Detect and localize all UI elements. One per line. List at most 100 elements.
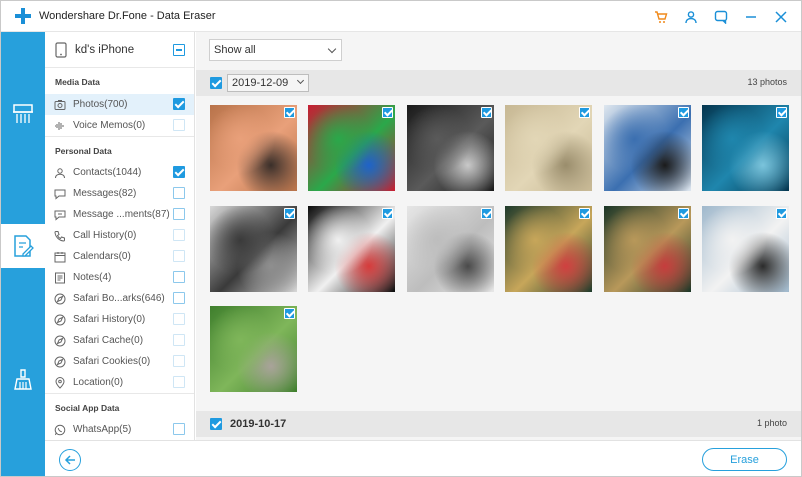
photo-checkbox[interactable] [284, 107, 295, 118]
sidebar-item-label: Safari Cache(0) [73, 335, 144, 346]
photo-checkbox[interactable] [678, 107, 689, 118]
sidebar-item-label: Photos(700) [73, 99, 128, 110]
back-button[interactable] [59, 449, 81, 471]
safari-icon [54, 314, 66, 326]
phone-icon [54, 230, 66, 242]
sidebar-item-label: Location(0) [73, 377, 124, 388]
sidebar-item[interactable]: WhatsApp(5) [45, 419, 194, 440]
window-controls [653, 1, 789, 32]
calendar-icon [54, 251, 66, 263]
safari-icon [54, 356, 66, 368]
sidebar-item-checkbox[interactable] [173, 166, 185, 178]
photo-green-plant[interactable] [210, 306, 297, 392]
sidebar-item[interactable]: Notes(4) [45, 267, 194, 288]
messages-icon [54, 188, 66, 200]
sidebar-item[interactable]: Calendars(0) [45, 246, 194, 267]
sidebar-item[interactable]: Photos(700) [45, 94, 194, 115]
app-title: Wondershare Dr.Fone - Data Eraser [39, 10, 216, 22]
sidebar-item[interactable]: Safari History(0) [45, 309, 194, 330]
sidebar-item-label: Notes(4) [73, 272, 112, 283]
group-photo-count: 1 photo [756, 418, 787, 428]
photo-checkbox[interactable] [579, 107, 590, 118]
show-filter-dropdown[interactable]: Show all [209, 39, 342, 61]
photo-beige-surface[interactable] [505, 105, 592, 191]
photo-cables[interactable] [407, 105, 494, 191]
iphone-icon [55, 41, 67, 58]
photo-phone-home-screen[interactable] [308, 105, 395, 191]
waveform-icon [54, 120, 66, 132]
device-select-all-checkbox[interactable] [173, 44, 185, 56]
sidebar-item-label: Safari Bo...arks(646) [73, 293, 165, 304]
sidebar-item[interactable]: Location(0) [45, 372, 194, 393]
photo-phone-on-desk[interactable] [407, 206, 494, 292]
sidebar-item[interactable]: Safari Cookies(0) [45, 351, 194, 372]
sidebar-item-checkbox[interactable] [173, 313, 185, 325]
device-name: kd's iPhone [75, 43, 135, 56]
device-row[interactable]: kd's iPhone [45, 32, 194, 68]
erase-all-data-button[interactable] [1, 92, 45, 136]
photo-checkbox[interactable] [284, 208, 295, 219]
photo-checkbox[interactable] [678, 208, 689, 219]
group-checkbox[interactable] [210, 77, 222, 89]
sidebar-item-checkbox[interactable] [173, 334, 185, 346]
photo-checkbox[interactable] [481, 107, 492, 118]
sidebar-item-label: Contacts(1044) [73, 167, 142, 178]
sidebar-item-checkbox[interactable] [173, 423, 185, 435]
photo-checkbox[interactable] [776, 107, 787, 118]
sidebar-item[interactable]: Message ...ments(87) [45, 204, 194, 225]
sidebar-item-checkbox[interactable] [173, 229, 185, 241]
erase-button[interactable]: Erase [702, 448, 787, 471]
photo-checkbox[interactable] [284, 308, 295, 319]
drfone-logo-icon [15, 8, 31, 24]
photo-fox-toy[interactable] [210, 105, 297, 191]
photo-checkbox[interactable] [382, 107, 393, 118]
sidebar-item-label: Message ...ments(87) [73, 209, 170, 220]
photo-checkbox[interactable] [579, 208, 590, 219]
feedback-icon[interactable] [713, 9, 729, 25]
sidebar-item[interactable]: Voice Memos(0) [45, 115, 194, 136]
photo-code-screen[interactable] [308, 206, 395, 292]
sidebar-item-label: Safari History(0) [73, 314, 146, 325]
sidebar-item-checkbox[interactable] [173, 250, 185, 262]
date-dropdown[interactable]: 2019-12-09 [227, 74, 310, 92]
photo-checkbox[interactable] [481, 208, 492, 219]
sidebar-item-checkbox[interactable] [173, 292, 185, 304]
sidebar-item[interactable]: Call History(0) [45, 225, 194, 246]
sidebar-item-label: Safari Cookies(0) [73, 356, 151, 367]
cart-icon[interactable] [653, 9, 669, 25]
account-icon[interactable] [683, 9, 699, 25]
photo-group-basketball-1[interactable] [505, 206, 592, 292]
sidebar-item-checkbox[interactable] [173, 187, 185, 199]
sidebar-item[interactable]: Safari Bo...arks(646) [45, 288, 194, 309]
sidebar-section-title: Personal Data [45, 136, 194, 162]
photo-group-basketball-2[interactable] [604, 206, 691, 292]
sidebar-item-checkbox[interactable] [173, 271, 185, 283]
sidebar-item-checkbox[interactable] [173, 119, 185, 131]
erase-private-data-button[interactable] [1, 224, 45, 268]
chevron-down-icon [297, 76, 305, 85]
photo-dolphin-underwater[interactable] [702, 105, 789, 191]
sidebar-item[interactable]: Messages(82) [45, 183, 194, 204]
sidebar-item-checkbox[interactable] [173, 98, 185, 110]
title-bar: Wondershare Dr.Fone - Data Eraser [1, 1, 801, 32]
chevron-down-icon [327, 44, 337, 54]
sidebar-item[interactable]: Contacts(1044) [45, 162, 194, 183]
photo-checkbox[interactable] [382, 208, 393, 219]
sidebar-item-label: Calendars(0) [73, 251, 131, 262]
notes-icon [54, 272, 66, 284]
sidebar-item[interactable]: Safari Cache(0) [45, 330, 194, 351]
sidebar-item-checkbox[interactable] [173, 376, 185, 388]
photo-monitor-screen[interactable] [604, 105, 691, 191]
attachment-icon [54, 209, 66, 221]
date-group-header: 2019-12-09 13 photos [196, 70, 801, 96]
sidebar-item-checkbox[interactable] [173, 208, 185, 220]
photo-monitor-stand[interactable] [210, 206, 297, 292]
minimize-icon[interactable] [743, 9, 759, 25]
sidebar-item-checkbox[interactable] [173, 355, 185, 367]
photo-checkbox[interactable] [776, 208, 787, 219]
close-icon[interactable] [773, 9, 789, 25]
free-up-space-button[interactable] [1, 358, 45, 402]
photo-person-glasses[interactable] [702, 206, 789, 292]
mode-rail [1, 32, 45, 476]
group-checkbox[interactable] [210, 418, 222, 430]
